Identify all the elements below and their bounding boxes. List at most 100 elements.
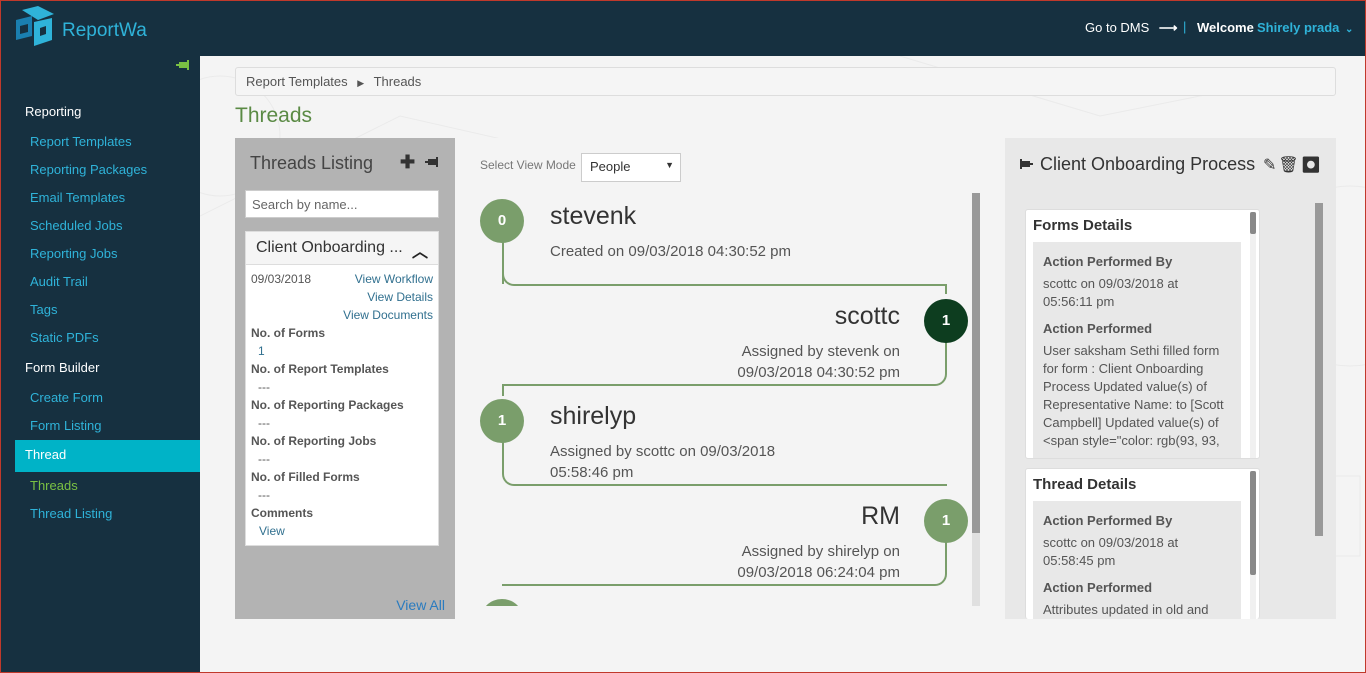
breadcrumb-threads: Threads bbox=[373, 74, 422, 89]
thread-date: 09/03/2018 bbox=[251, 272, 312, 286]
sidebar-section-form-builder: Form Builder bbox=[25, 360, 100, 375]
report-templates-count-value: --- bbox=[258, 380, 270, 394]
action-by-label: Action Performed By bbox=[1043, 513, 1173, 528]
scrollbar-thumb[interactable] bbox=[1250, 471, 1256, 575]
report-templates-count-label: No. of Report Templates bbox=[251, 362, 389, 376]
workflow-panel: Select View Mode People ▼ 0 stevenk Crea… bbox=[455, 138, 985, 619]
step-circle[interactable]: 0 bbox=[480, 199, 524, 243]
action-by-label: Action Performed By bbox=[1043, 254, 1173, 269]
scrollbar-thumb[interactable] bbox=[1315, 203, 1323, 536]
sidebar-item-email-templates[interactable]: Email Templates bbox=[30, 190, 125, 205]
timeline-user: scottc bbox=[834, 302, 900, 330]
sidebar-item-thread-listing[interactable]: Thread Listing bbox=[30, 506, 112, 521]
thread-details-scrollbar[interactable] bbox=[1250, 471, 1256, 619]
thread-card-header[interactable]: Client Onboarding ... ︿ bbox=[246, 232, 438, 265]
view-mode-value: People bbox=[590, 159, 631, 174]
view-details-link[interactable]: View Details bbox=[367, 290, 433, 304]
action-value: Attributes updated in old and bbox=[1043, 602, 1209, 617]
process-title: Client Onboarding Process bbox=[1040, 154, 1256, 174]
step-circle[interactable]: 1 bbox=[924, 299, 968, 343]
scrollbar-thumb[interactable] bbox=[972, 193, 980, 533]
details-scrollbar[interactable] bbox=[1315, 203, 1323, 613]
sidebar-item-threads[interactable]: Threads bbox=[30, 478, 78, 493]
sidebar-item-audit-trail[interactable]: Audit Trail bbox=[30, 274, 88, 289]
sidebar-item-create-form[interactable]: Create Form bbox=[30, 390, 103, 405]
sidebar-item-scheduled-jobs[interactable]: Scheduled Jobs bbox=[30, 218, 123, 233]
timeline-connector bbox=[502, 272, 947, 286]
timeline-meta: Assigned by scottc on 09/03/2018 bbox=[550, 443, 776, 460]
timeline-meta: 09/03/2018 06:24:04 pm bbox=[737, 564, 900, 581]
step-circle[interactable]: 1 bbox=[924, 499, 968, 543]
pin-icon[interactable] bbox=[176, 59, 192, 74]
forms-count-value[interactable]: 1 bbox=[258, 344, 265, 358]
step-circle-partial[interactable] bbox=[480, 599, 524, 606]
breadcrumb-chevron-icon: ▶ bbox=[357, 78, 365, 88]
search-input[interactable] bbox=[245, 190, 439, 218]
timeline-meta: Assigned by shirelyp on bbox=[741, 543, 900, 560]
reporting-packages-count-label: No. of Reporting Packages bbox=[251, 398, 404, 412]
pin-icon[interactable] bbox=[1017, 158, 1033, 173]
logo-text: ReportWa bbox=[62, 20, 147, 41]
timeline-user: RM bbox=[861, 502, 900, 530]
sidebar-item-thread[interactable]: Thread bbox=[15, 440, 200, 472]
pencil-icon[interactable]: ✎ bbox=[1263, 157, 1278, 174]
chevron-up-icon[interactable]: ︿ bbox=[412, 238, 428, 262]
pin-icon[interactable] bbox=[425, 156, 441, 171]
welcome-label: Welcome bbox=[1197, 20, 1254, 35]
view-all-link[interactable]: View All bbox=[396, 597, 445, 613]
view-workflow-link[interactable]: View Workflow bbox=[355, 272, 433, 286]
comments-label: Comments bbox=[251, 506, 314, 520]
sidebar: Reporting Report Templates Reporting Pac… bbox=[0, 56, 200, 673]
action-value: User saksham Sethi filled form for form … bbox=[1043, 343, 1224, 448]
dropdown-caret-icon: ▼ bbox=[665, 160, 674, 170]
timeline-connector bbox=[933, 284, 947, 294]
sidebar-item-form-listing[interactable]: Form Listing bbox=[30, 418, 102, 433]
action-by-value: scottc on 09/03/2018 at 05:56:11 pm bbox=[1043, 276, 1179, 309]
view-comments-link[interactable]: View bbox=[259, 524, 285, 538]
step-circle[interactable]: 1 bbox=[480, 399, 524, 443]
stop-icon[interactable]: ⏺ bbox=[1301, 157, 1323, 174]
sidebar-section-reporting: Reporting bbox=[25, 104, 82, 119]
logo[interactable]: ReportWa bbox=[14, 6, 194, 52]
sidebar-item-report-templates[interactable]: Report Templates bbox=[30, 134, 132, 149]
timeline-meta: Created on 09/03/2018 04:30:52 pm bbox=[550, 243, 792, 260]
forms-details-scrollbar[interactable] bbox=[1250, 212, 1256, 458]
timeline-user: stevenk bbox=[550, 202, 637, 230]
thread-details-body: Action Performed By scottc on 09/03/2018… bbox=[1033, 501, 1241, 619]
sidebar-item-reporting-jobs[interactable]: Reporting Jobs bbox=[30, 246, 117, 261]
breadcrumb: Report Templates ▶ Threads bbox=[235, 67, 1336, 96]
thread-details-title: Thread Details bbox=[1033, 476, 1137, 493]
sidebar-item-static-pdfs[interactable]: Static PDFs bbox=[30, 330, 99, 345]
filled-forms-count-label: No. of Filled Forms bbox=[251, 470, 360, 484]
add-thread-icon[interactable]: ✚ bbox=[400, 152, 415, 173]
breadcrumb-report-templates[interactable]: Report Templates bbox=[246, 74, 348, 89]
go-to-dms-link[interactable]: Go to DMS ⟶ bbox=[1085, 20, 1178, 36]
trash-icon[interactable]: 🗑 bbox=[1278, 157, 1300, 174]
page-title: Threads bbox=[235, 104, 313, 127]
view-mode-select[interactable]: People ▼ bbox=[581, 153, 681, 182]
reporting-jobs-count-label: No. of Reporting Jobs bbox=[251, 434, 377, 448]
timeline-meta: 09/03/2018 04:30:52 pm bbox=[737, 364, 900, 381]
timeline-meta: Assigned by stevenk on bbox=[741, 343, 900, 360]
process-actions: ✎🗑⏺ bbox=[1263, 155, 1323, 175]
forms-details-body: Action Performed By scottc on 09/03/2018… bbox=[1033, 242, 1241, 458]
reporting-packages-count-value: --- bbox=[258, 416, 270, 430]
top-bar: ReportWa Go to DMS ⟶ | Welcome Shirely p… bbox=[0, 0, 1366, 56]
forms-count-label: No. of Forms bbox=[251, 326, 325, 340]
view-mode-label: Select View Mode bbox=[480, 158, 576, 172]
main-content: Report Templates ▶ Threads Threads Threa… bbox=[200, 56, 1366, 673]
thread-card-title: Client Onboarding ... bbox=[256, 239, 403, 256]
scrollbar-thumb[interactable] bbox=[1250, 212, 1256, 234]
process-details-panel: Client Onboarding Process ✎🗑⏺ Forms Deta… bbox=[1005, 138, 1336, 619]
view-documents-link[interactable]: View Documents bbox=[343, 308, 433, 322]
header-separator: | bbox=[1183, 19, 1187, 34]
threads-listing-panel: Threads Listing ✚ Client Onboarding ... … bbox=[235, 138, 455, 619]
chevron-down-icon: ⌄ bbox=[1345, 24, 1354, 35]
sidebar-item-reporting-packages[interactable]: Reporting Packages bbox=[30, 162, 147, 177]
user-menu[interactable]: Shirely prada ⌄ bbox=[1257, 20, 1353, 35]
sidebar-item-tags[interactable]: Tags bbox=[30, 302, 57, 317]
logo-cube-icon bbox=[16, 6, 54, 46]
thread-card: Client Onboarding ... ︿ 09/03/2018 View … bbox=[245, 231, 439, 546]
timeline-scrollbar[interactable] bbox=[972, 193, 980, 606]
forms-details-title: Forms Details bbox=[1033, 217, 1133, 234]
